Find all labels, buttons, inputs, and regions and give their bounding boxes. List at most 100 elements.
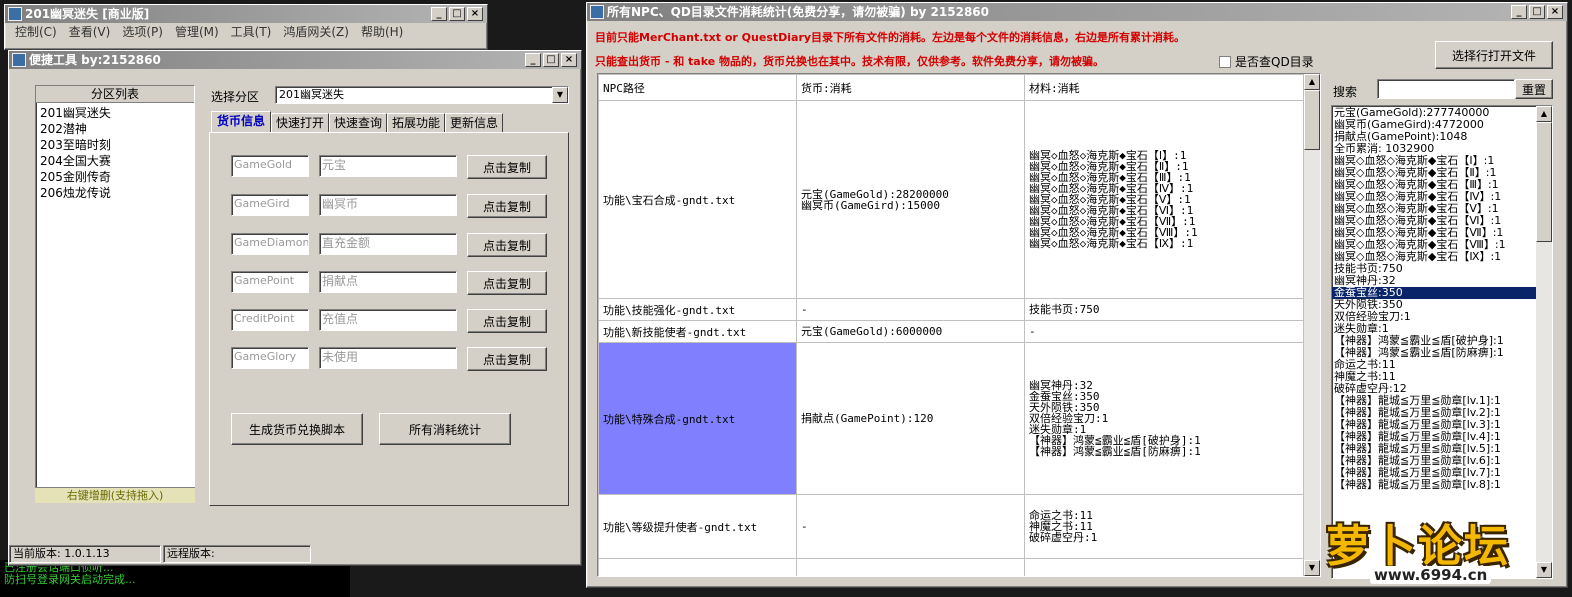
scroll-up-icon[interactable]: ▲ xyxy=(1304,74,1320,90)
cell-currency: 元宝(GameGold):6000000 xyxy=(796,320,1025,343)
qd-checkbox-group[interactable]: 是否查QD目录 xyxy=(1219,53,1314,70)
partition-list-item[interactable]: 201幽冥迷失 xyxy=(36,105,194,121)
minimize-button[interactable]: _ xyxy=(525,53,541,67)
qd-checkbox-label: 是否查QD目录 xyxy=(1235,55,1314,69)
all-stats-button[interactable]: 所有消耗统计 xyxy=(379,413,511,445)
tool-window-title: 便捷工具 by:2152860 xyxy=(29,53,161,67)
search-input[interactable] xyxy=(1377,79,1515,99)
close-button[interactable]: × xyxy=(561,53,577,67)
menu-item[interactable]: 控制(C) xyxy=(9,23,63,41)
menu-bar: 控制(C) 查看(V) 选项(P) 管理(M) 工具(T) 鸿盾网关(Z) 帮助(H) xyxy=(5,23,487,41)
partition-list-item[interactable]: 204全国大赛 xyxy=(36,153,194,169)
currency-code-field[interactable]: GameDiamond xyxy=(231,233,309,255)
tab-quick-query[interactable]: 快速查询 xyxy=(329,113,387,133)
reset-button[interactable]: 重置 xyxy=(1515,79,1553,99)
copy-button[interactable]: 点击复制 xyxy=(467,271,547,295)
copy-button[interactable]: 点击复制 xyxy=(467,347,547,371)
scroll-down-icon[interactable]: ▼ xyxy=(1304,560,1320,576)
table-row[interactable]: 功能\特殊合成-gndt.txt 捐献点(GamePoint):120 幽冥神丹:3… xyxy=(598,342,1304,495)
cell-materials: 幽冥◇血怒◇海克斯◆宝石【Ⅰ】:1 幽冥◇血怒◇海克斯◆宝石【Ⅱ】:1 幽冥◇血怒◇… xyxy=(1024,100,1304,299)
currency-name-field[interactable]: 幽冥币 xyxy=(319,194,457,216)
tab-currency-info[interactable]: 货币信息 xyxy=(211,111,271,133)
menu-item[interactable]: 工具(T) xyxy=(225,23,278,41)
totals-list-item[interactable]: 【神器】龍城≦万里≦勋章[lv.8]:1 xyxy=(1332,479,1536,491)
generate-script-button[interactable]: 生成货币兑换脚本 xyxy=(231,413,363,445)
close-button[interactable]: × xyxy=(1547,5,1563,19)
currency-code-field[interactable]: GameGlory xyxy=(231,347,309,369)
tool-window-titlebar[interactable]: 便捷工具 by:2152860 _ □ × xyxy=(9,51,581,69)
maximize-button[interactable]: □ xyxy=(1529,5,1545,19)
table-vertical-scrollbar[interactable]: ▲ ▼ xyxy=(1304,74,1320,576)
cell-currency: - xyxy=(796,494,1025,559)
menu-item[interactable]: 帮助(H) xyxy=(355,23,409,41)
partition-select[interactable]: 201幽冥迷失 ▼ xyxy=(275,86,569,104)
table-row[interactable]: 功能\新技能使者-gndt.txt 元宝(GameGold):6000000 - xyxy=(598,320,1304,343)
table-row[interactable]: 功能\宝石合成-gndt.txt 元宝(GameGold):28200000 幽冥币… xyxy=(598,100,1304,299)
stats-window: 所有NPC、QD目录文件消耗统计(免费分享，请勿被骗) by 2152860 _… xyxy=(586,2,1568,588)
currency-code-field[interactable]: GameGold xyxy=(231,155,309,177)
copy-button[interactable]: 点击复制 xyxy=(467,309,547,333)
copy-button[interactable]: 点击复制 xyxy=(467,155,547,179)
tab-update-info[interactable]: 更新信息 xyxy=(445,113,503,133)
currency-line: - xyxy=(801,520,808,533)
currency-code-field[interactable]: GamePoint xyxy=(231,271,309,293)
table-row[interactable]: 功能\等级提升使者-gndt.txt - 命运之书:11 神魔之书:11 破碎虚空丹:1 xyxy=(598,494,1304,559)
main-window-titlebar[interactable]: 201幽冥迷失 [商业版] _ □ × xyxy=(5,5,487,23)
chevron-down-icon[interactable]: ▼ xyxy=(552,87,568,103)
currency-name-field[interactable]: 充值点 xyxy=(319,309,457,331)
header-materials: 材料:消耗 xyxy=(1024,74,1304,101)
app-icon xyxy=(12,53,26,67)
copy-button[interactable]: 点击复制 xyxy=(467,233,547,257)
table-row[interactable] xyxy=(598,558,1304,576)
currency-name-field[interactable]: 元宝 xyxy=(319,155,457,177)
app-icon xyxy=(590,5,604,19)
minimize-button[interactable]: _ xyxy=(431,7,447,21)
tab-quick-open[interactable]: 快速打开 xyxy=(271,113,329,133)
close-button[interactable]: × xyxy=(467,7,483,21)
stats-window-titlebar[interactable]: 所有NPC、QD目录文件消耗统计(免费分享，请勿被骗) by 2152860 _… xyxy=(587,3,1567,21)
partition-list-item[interactable]: 205金刚传奇 xyxy=(36,169,194,185)
cell-materials: 技能书页:750 xyxy=(1024,298,1304,321)
select-partition-label: 选择分区 xyxy=(211,90,260,104)
scroll-thumb[interactable] xyxy=(1304,90,1320,150)
maximize-button[interactable]: □ xyxy=(543,53,559,67)
material-line: 技能书页:750 xyxy=(1029,303,1100,316)
partition-list[interactable]: 201幽冥迷失 202潜神 203至暗时刻 204全国大赛 205金刚传奇 206烛龙传说 xyxy=(36,103,194,201)
scroll-up-icon[interactable]: ▲ xyxy=(1536,106,1552,122)
notice-line-2: 只能查出货币 - 和 take 物品的，货币兑换也在其中。技术有限，仅供参考。软… xyxy=(595,55,1105,68)
empty-cell xyxy=(598,558,797,576)
copy-button[interactable]: 点击复制 xyxy=(467,194,547,218)
stats-window-title: 所有NPC、QD目录文件消耗统计(免费分享，请勿被骗) by 2152860 xyxy=(607,5,989,19)
currency-code-field[interactable]: CreditPoint xyxy=(231,309,309,331)
tab-extensions[interactable]: 拓展功能 xyxy=(387,113,445,133)
currency-code-field[interactable]: GameGird xyxy=(231,194,309,216)
currency-name-field[interactable]: 直充金额 xyxy=(319,233,457,255)
scroll-down-icon[interactable]: ▼ xyxy=(1536,562,1552,578)
material-line: 【神器】鸿蒙≦霸业≦盾[防麻痹]:1 xyxy=(1029,445,1201,458)
totals-vertical-scrollbar[interactable]: ▲ ▼ xyxy=(1536,106,1552,578)
minimize-button[interactable]: _ xyxy=(1511,5,1527,19)
partition-list-item[interactable]: 203至暗时刻 xyxy=(36,137,194,153)
partition-list-panel: 分区列表 201幽冥迷失 202潜神 203至暗时刻 204全国大赛 205金刚传奇 20… xyxy=(35,85,195,503)
qd-checkbox[interactable] xyxy=(1219,55,1231,68)
table-row[interactable]: 功能\技能强化-gndt.txt - 技能书页:750 xyxy=(598,298,1304,321)
console-line: 防扫号登录网关启动完成... xyxy=(4,573,136,586)
menu-item[interactable]: 查看(V) xyxy=(63,23,117,41)
currency-name-field[interactable]: 捐献点 xyxy=(319,271,457,293)
main-window: 201幽冥迷失 [商业版] _ □ × 控制(C) 查看(V) 选项(P) 管理(M)… xyxy=(4,4,488,50)
open-file-button[interactable]: 选择行打开文件 xyxy=(1435,41,1553,69)
totals-list[interactable]: 元宝(GameGold):277740000 幽冥币(GameGird):4772… xyxy=(1332,106,1536,491)
partition-list-item[interactable]: 206烛龙传说 xyxy=(36,185,194,201)
cell-materials: 幽冥神丹:32 金蚕宝丝:350 天外陨铁:350 双倍经验宝刀:1 迷失勋章:1 【神器… xyxy=(1024,342,1304,495)
menu-item[interactable]: 鸿盾网关(Z) xyxy=(277,23,355,41)
currency-name-field[interactable]: 未使用 xyxy=(319,347,457,369)
partition-list-item[interactable]: 202潜神 xyxy=(36,121,194,137)
cell-npc-path: 功能\新技能使者-gndt.txt xyxy=(598,320,797,343)
menu-item[interactable]: 管理(M) xyxy=(169,23,225,41)
app-icon xyxy=(8,7,22,21)
scroll-thumb[interactable] xyxy=(1536,122,1552,242)
cell-currency: - xyxy=(796,298,1025,321)
maximize-button[interactable]: □ xyxy=(449,7,465,21)
cell-materials: 命运之书:11 神魔之书:11 破碎虚空丹:1 xyxy=(1024,494,1304,559)
menu-item[interactable]: 选项(P) xyxy=(116,23,169,41)
